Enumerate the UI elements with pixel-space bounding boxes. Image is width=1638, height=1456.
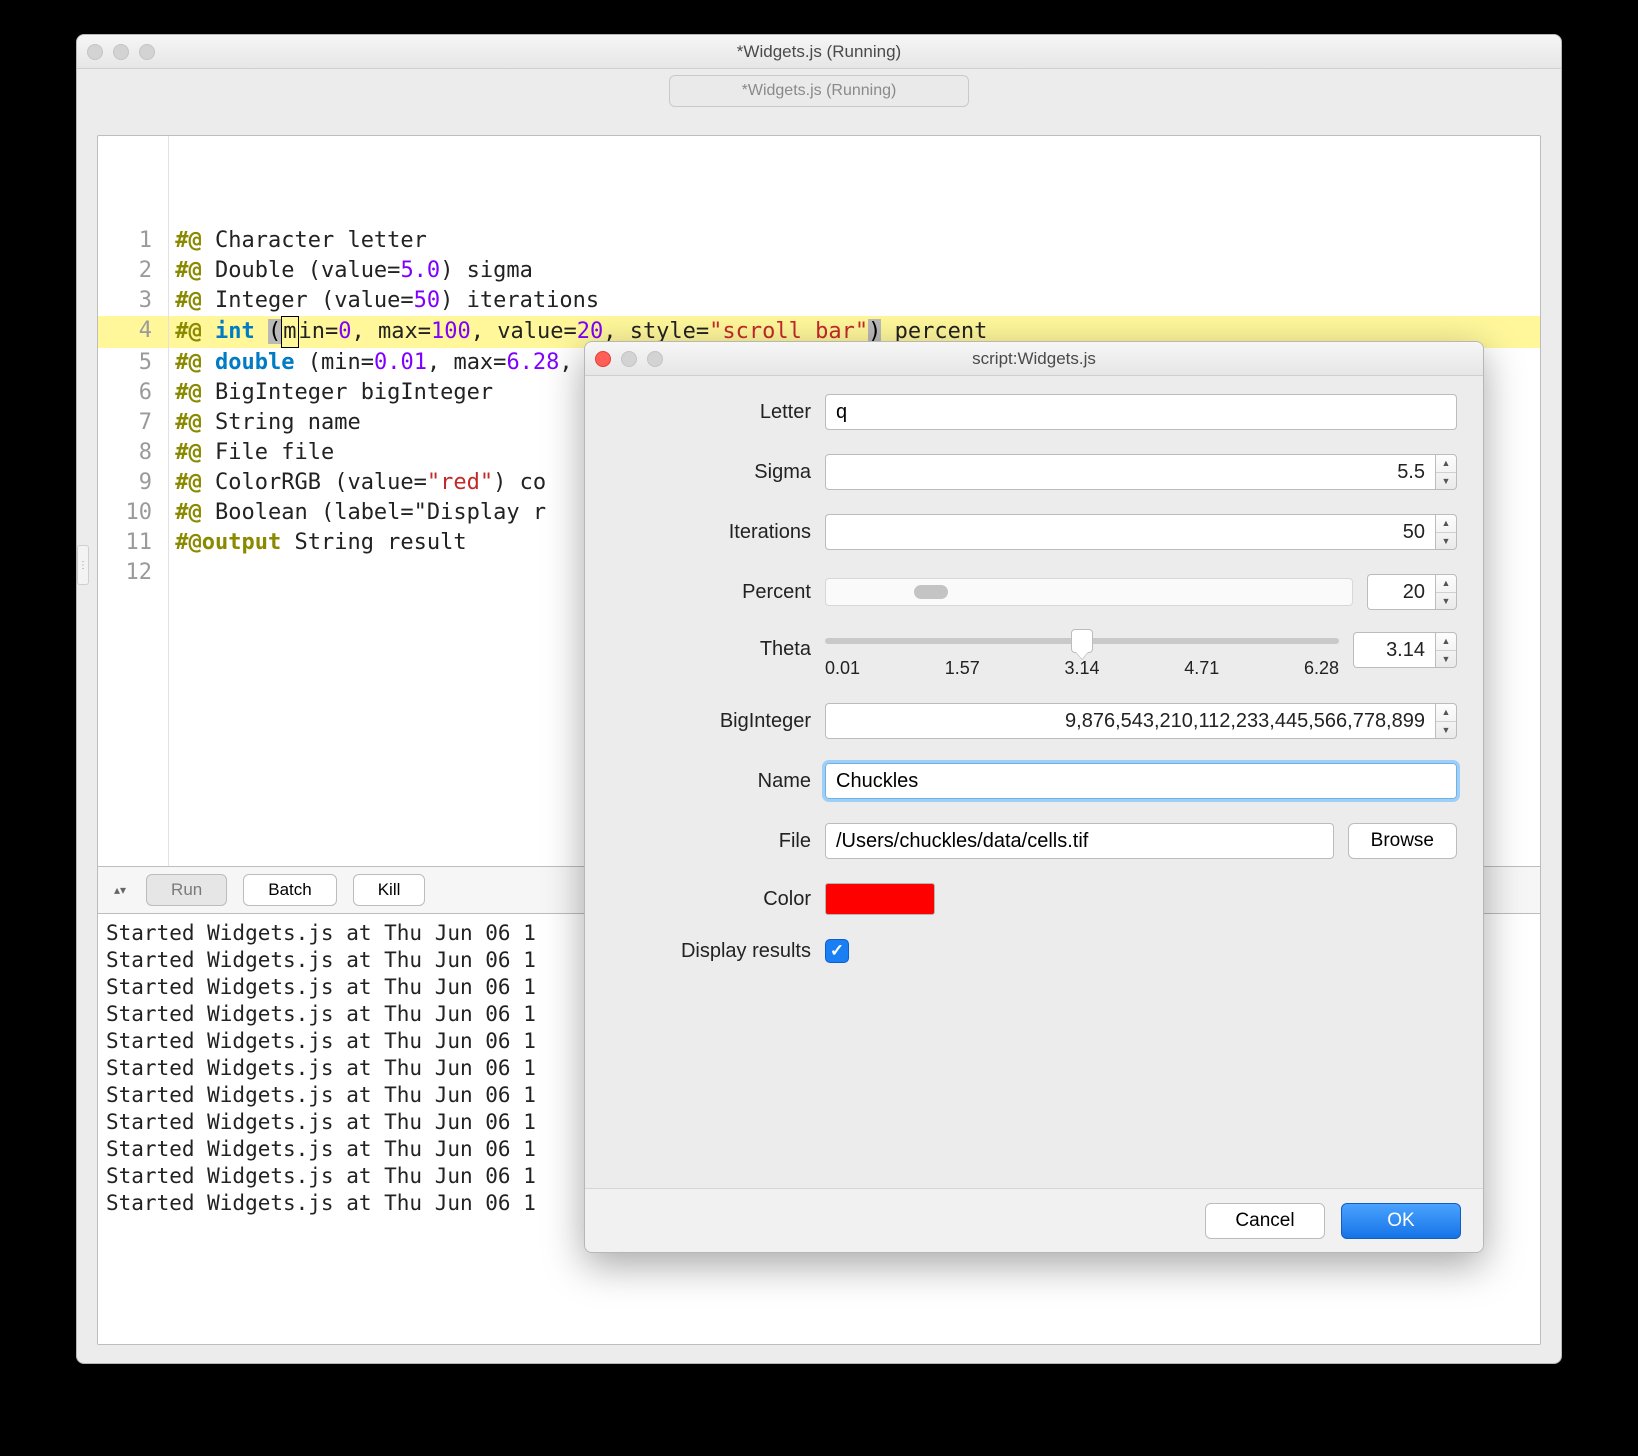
biginteger-spinner[interactable]: 9,876,543,210,112,233,445,566,778,899 ▲▼ [825, 703, 1457, 739]
dialog-traffic-lights [595, 351, 663, 367]
theta-tick: 6.28 [1304, 658, 1339, 679]
theta-spinner[interactable]: 3.14 ▲▼ [1353, 632, 1457, 668]
line-number: 4 [98, 316, 162, 348]
zoom-icon[interactable] [139, 44, 155, 60]
document-tab[interactable]: *Widgets.js (Running) [669, 75, 969, 107]
close-icon[interactable] [595, 351, 611, 367]
split-drag-handle[interactable]: ⋮ [77, 545, 89, 585]
line-number: 5 [98, 348, 162, 378]
percent-scrollbar[interactable] [825, 578, 1353, 606]
code-line[interactable]: 1 #@ Character letter [98, 226, 1540, 256]
display-results-label: Display results [611, 940, 811, 963]
line-number: 11 [98, 528, 162, 558]
chevron-down-icon[interactable]: ▼ [1436, 473, 1456, 490]
sigma-value[interactable]: 5.5 [825, 454, 1435, 490]
line-number: 6 [98, 378, 162, 408]
code-text[interactable]: #@ Double (value=5.0) sigma [162, 256, 533, 286]
chevron-up-icon[interactable]: ▲ [1436, 455, 1456, 473]
batch-button[interactable]: Batch [243, 874, 336, 906]
browse-button[interactable]: Browse [1348, 823, 1457, 859]
code-text[interactable]: #@ ColorRGB (value="red") co [162, 468, 546, 498]
kill-button[interactable]: Kill [353, 874, 426, 906]
dialog-titlebar[interactable]: script:Widgets.js [585, 342, 1483, 376]
file-label: File [611, 830, 811, 853]
percent-scrollbar-thumb[interactable] [914, 585, 948, 599]
biginteger-value[interactable]: 9,876,543,210,112,233,445,566,778,899 [825, 703, 1435, 739]
code-line[interactable]: 3 #@ Integer (value=50) iterations [98, 286, 1540, 316]
percent-spinner[interactable]: 20 ▲▼ [1367, 574, 1457, 610]
main-window-title: *Widgets.js (Running) [77, 42, 1561, 62]
iterations-value[interactable]: 50 [825, 514, 1435, 550]
code-line[interactable]: 2 #@ Double (value=5.0) sigma [98, 256, 1540, 286]
line-number: 1 [98, 226, 162, 256]
theta-tick-labels: 0.01 1.57 3.14 4.71 6.28 [825, 658, 1339, 679]
minimize-icon[interactable] [621, 351, 637, 367]
percent-label: Percent [611, 581, 811, 604]
dialog-footer: Cancel OK [585, 1188, 1483, 1252]
theta-slider[interactable]: 0.01 1.57 3.14 4.71 6.28 [825, 634, 1339, 679]
sigma-spinner[interactable]: 5.5 ▲▼ [825, 454, 1457, 490]
code-text[interactable]: #@ Character letter [162, 226, 427, 256]
code-text[interactable]: #@ File file [162, 438, 334, 468]
chevron-down-icon[interactable]: ▼ [1436, 593, 1456, 610]
color-label: Color [611, 888, 811, 911]
line-number: 9 [98, 468, 162, 498]
theta-tick: 3.14 [1064, 658, 1099, 679]
color-swatch[interactable] [825, 883, 935, 915]
letter-label: Letter [611, 401, 811, 424]
name-label: Name [611, 770, 811, 793]
cancel-button[interactable]: Cancel [1205, 1203, 1325, 1239]
line-number: 8 [98, 438, 162, 468]
theta-value[interactable]: 3.14 [1353, 632, 1435, 668]
letter-field[interactable] [825, 394, 1457, 430]
sigma-stepper-arrows[interactable]: ▲▼ [1435, 454, 1457, 490]
run-button[interactable]: Run [146, 874, 227, 906]
percent-stepper-arrows[interactable]: ▲▼ [1435, 574, 1457, 610]
chevron-up-icon[interactable]: ▲ [1436, 575, 1456, 593]
line-number: 7 [98, 408, 162, 438]
line-number: 10 [98, 498, 162, 528]
chevron-up-icon[interactable]: ▲ [1436, 704, 1456, 722]
main-traffic-lights [87, 44, 155, 60]
theta-tick: 1.57 [945, 658, 980, 679]
chevron-down-icon[interactable]: ▼ [1436, 722, 1456, 739]
sigma-label: Sigma [611, 461, 811, 484]
display-results-checkbox[interactable]: ✓ [825, 939, 849, 963]
theta-tick: 0.01 [825, 658, 860, 679]
close-icon[interactable] [87, 44, 103, 60]
theta-slider-thumb[interactable] [1071, 629, 1093, 653]
code-text[interactable]: #@ Integer (value=50) iterations [162, 286, 599, 316]
script-dialog: script:Widgets.js Letter Sigma 5.5 ▲▼ It… [584, 341, 1484, 1253]
document-tab-label: *Widgets.js (Running) [742, 82, 897, 100]
chevron-down-icon[interactable]: ▼ [1436, 533, 1456, 550]
chevron-up-icon[interactable]: ▲ [1436, 515, 1456, 533]
code-text[interactable]: #@ BigInteger bigInteger [162, 378, 493, 408]
dialog-title: script:Widgets.js [585, 349, 1483, 369]
biginteger-label: BigInteger [611, 710, 811, 733]
chevron-up-icon[interactable]: ▲ [1436, 633, 1456, 651]
chevron-down-icon[interactable]: ▼ [1436, 651, 1456, 668]
theta-label: Theta [611, 634, 811, 661]
iterations-stepper-arrows[interactable]: ▲▼ [1435, 514, 1457, 550]
biginteger-stepper-arrows[interactable]: ▲▼ [1435, 703, 1457, 739]
code-text[interactable]: #@ String name [162, 408, 361, 438]
line-number: 3 [98, 286, 162, 316]
percent-value[interactable]: 20 [1367, 574, 1435, 610]
line-number: 2 [98, 256, 162, 286]
theta-tick: 4.71 [1184, 658, 1219, 679]
ok-button[interactable]: OK [1341, 1203, 1461, 1239]
zoom-icon[interactable] [647, 351, 663, 367]
minimize-icon[interactable] [113, 44, 129, 60]
iterations-spinner[interactable]: 50 ▲▼ [825, 514, 1457, 550]
dialog-body: Letter Sigma 5.5 ▲▼ Iterations 50 ▲▼ Per… [585, 376, 1483, 1188]
iterations-label: Iterations [611, 521, 811, 544]
name-field[interactable] [825, 763, 1457, 799]
code-text[interactable]: #@ Boolean (label="Display r [162, 498, 546, 528]
file-field[interactable] [825, 823, 1334, 859]
toolbar-handle-icon: ▴▾ [114, 883, 126, 897]
line-number: 12 [98, 558, 162, 588]
code-text[interactable]: #@output String result [162, 528, 467, 558]
theta-stepper-arrows[interactable]: ▲▼ [1435, 632, 1457, 668]
main-titlebar[interactable]: *Widgets.js (Running) [77, 35, 1561, 69]
